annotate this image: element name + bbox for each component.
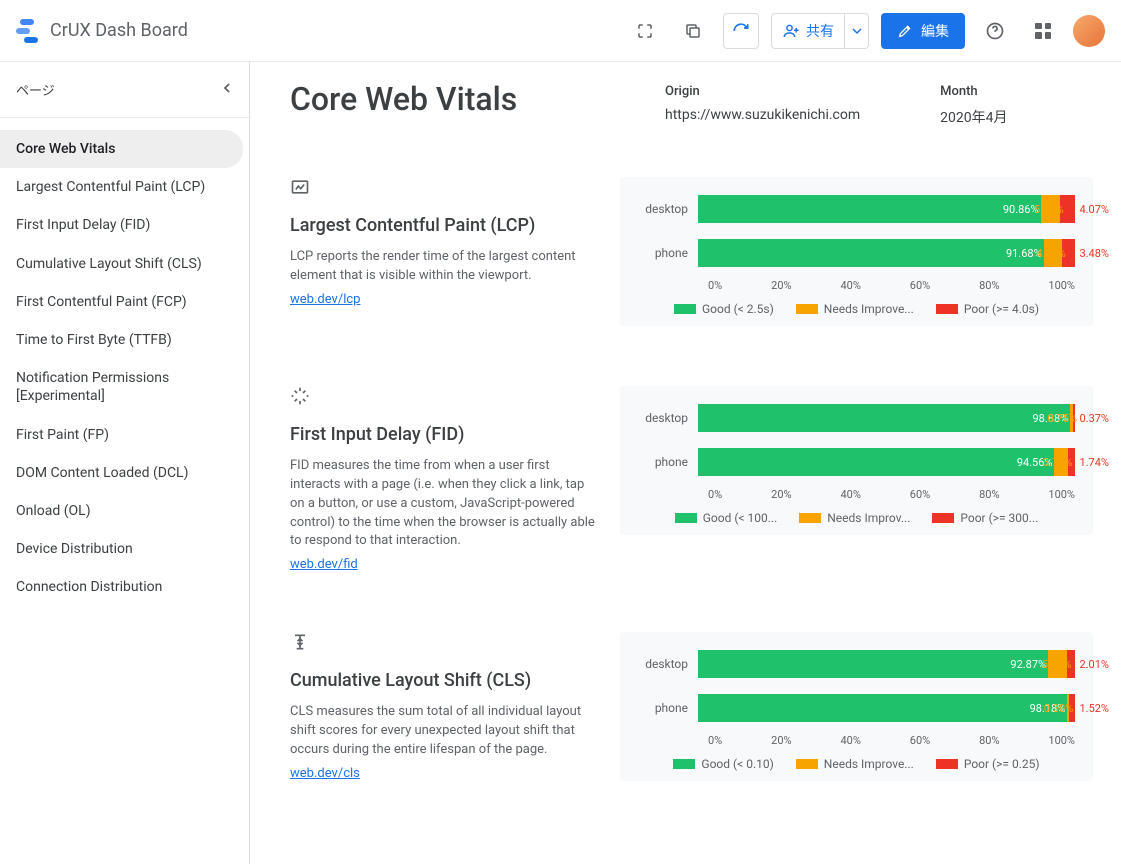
pencil-icon: [897, 23, 913, 39]
sidebar-header[interactable]: ページ: [0, 62, 249, 118]
origin-label: Origin: [665, 84, 860, 99]
metric-row-cls: Cumulative Layout Shift (CLS) CLS measur…: [290, 632, 1093, 781]
chart-axis: 0%20%40%60%80%100%: [708, 279, 1075, 292]
fid-icon: [290, 386, 600, 410]
chevron-down-icon: [852, 26, 862, 36]
chart-bar: 90.86% 5.07% 4.07%: [698, 195, 1075, 223]
sidebar-item-5[interactable]: Time to First Byte (TTFB): [0, 321, 243, 359]
legend-ni: Needs Improve...: [796, 757, 914, 771]
cls-icon: [290, 632, 600, 656]
chart-bar: 98.88% 0.75% 0.37%: [698, 404, 1075, 432]
sidebar-item-11[interactable]: Connection Distribution: [0, 568, 243, 606]
chart-row-cls-desktop: desktop 92.87% 5.12% 2.01%: [638, 646, 1075, 682]
month-value: 2020年4月: [940, 107, 1007, 127]
app-title: CrUX Dash Board: [50, 20, 188, 41]
datastudio-logo-icon: [16, 19, 40, 43]
sidebar-item-4[interactable]: First Contentful Paint (FCP): [0, 283, 243, 321]
chart-row-lcp-phone: phone 91.68% 4.84% 3.48%: [638, 235, 1075, 271]
legend-good: Good (< 2.5s): [674, 302, 774, 316]
chart-panel-fid: desktop 98.88% 0.75% 0.37% phone 94.56% …: [620, 386, 1093, 535]
legend-good: Good (< 0.10): [673, 757, 773, 771]
chart-row-label: desktop: [638, 411, 698, 425]
chart-legend: Good (< 100... Needs Improv... Poor (>= …: [638, 511, 1075, 525]
fullscreen-icon[interactable]: [627, 13, 663, 49]
refresh-button[interactable]: [723, 13, 759, 49]
chart-panel-cls: desktop 92.87% 5.12% 2.01% phone 98.18% …: [620, 632, 1093, 781]
metric-desc: FID measures the time from when a user f…: [290, 457, 600, 551]
chart-row-fid-desktop: desktop 98.88% 0.75% 0.37%: [638, 400, 1075, 436]
edit-label: 編集: [921, 21, 949, 41]
month-label: Month: [940, 84, 1007, 99]
chart-row-cls-phone: phone 98.18% 0.30% 1.52%: [638, 690, 1075, 726]
person-add-icon: [782, 22, 800, 40]
legend-ni: Needs Improv...: [799, 511, 910, 525]
sidebar-item-3[interactable]: Cumulative Layout Shift (CLS): [0, 245, 243, 283]
sidebar-item-10[interactable]: Device Distribution: [0, 530, 243, 568]
chart-legend: Good (< 2.5s) Needs Improve... Poor (>= …: [638, 302, 1075, 316]
main-content: Core Web Vitals Origin https://www.suzuk…: [250, 62, 1121, 864]
sidebar-item-7[interactable]: First Paint (FP): [0, 416, 243, 454]
chart-axis: 0%20%40%60%80%100%: [708, 488, 1075, 501]
origin-value: https://www.suzukikenichi.com: [665, 107, 860, 123]
chart-bar: 91.68% 4.84% 3.48%: [698, 239, 1075, 267]
apps-icon[interactable]: [1025, 13, 1061, 49]
origin-block: Origin https://www.suzukikenichi.com: [665, 84, 860, 127]
metric-info-lcp: Largest Contentful Paint (LCP) LCP repor…: [290, 177, 600, 307]
sidebar-header-label: ページ: [16, 80, 55, 99]
legend-poor: Poor (>= 0.25): [936, 757, 1040, 771]
metric-link-fid[interactable]: web.dev/fid: [290, 557, 358, 572]
metric-row-fid: First Input Delay (FID) FID measures the…: [290, 386, 1093, 572]
chart-legend: Good (< 0.10) Needs Improve... Poor (>= …: [638, 757, 1075, 771]
metric-desc: CLS measures the sum total of all indivi…: [290, 703, 600, 760]
sidebar-item-0[interactable]: Core Web Vitals: [0, 130, 243, 168]
lcp-icon: [290, 177, 600, 201]
metric-title: Largest Contentful Paint (LCP): [290, 215, 600, 236]
page-title: Core Web Vitals: [290, 80, 625, 118]
header-actions: 共有 編集: [627, 13, 1105, 49]
sidebar-nav: Core Web VitalsLargest Contentful Paint …: [0, 118, 249, 606]
chart-row-label: phone: [638, 455, 698, 469]
metric-link-cls[interactable]: web.dev/cls: [290, 766, 360, 781]
chevron-left-icon: [221, 82, 233, 98]
metric-info-fid: First Input Delay (FID) FID measures the…: [290, 386, 600, 572]
metric-row-lcp: Largest Contentful Paint (LCP) LCP repor…: [290, 177, 1093, 326]
share-dropdown-caret[interactable]: [844, 14, 868, 48]
sidebar-item-8[interactable]: DOM Content Loaded (DCL): [0, 454, 243, 492]
sidebar-item-2[interactable]: First Input Delay (FID): [0, 206, 243, 244]
chart-panel-lcp: desktop 90.86% 5.07% 4.07% phone 91.68% …: [620, 177, 1093, 326]
month-block: Month 2020年4月: [940, 84, 1007, 127]
sidebar-item-9[interactable]: Onload (OL): [0, 492, 243, 530]
share-label: 共有: [806, 21, 834, 41]
copy-icon[interactable]: [675, 13, 711, 49]
chart-row-label: desktop: [638, 202, 698, 216]
chart-row-fid-phone: phone 94.56% 3.70% 1.74%: [638, 444, 1075, 480]
metric-title: Cumulative Layout Shift (CLS): [290, 670, 600, 691]
legend-good: Good (< 100...: [675, 511, 778, 525]
sidebar: ページ Core Web VitalsLargest Contentful Pa…: [0, 62, 250, 864]
chart-row-lcp-desktop: desktop 90.86% 5.07% 4.07%: [638, 191, 1075, 227]
app-header: CrUX Dash Board 共有 編集: [0, 0, 1121, 62]
chart-row-label: phone: [638, 701, 698, 715]
chart-axis: 0%20%40%60%80%100%: [708, 734, 1075, 747]
help-icon[interactable]: [977, 13, 1013, 49]
chart-bar: 92.87% 5.12% 2.01%: [698, 650, 1075, 678]
metric-title: First Input Delay (FID): [290, 424, 600, 445]
user-avatar[interactable]: [1073, 15, 1105, 47]
legend-ni: Needs Improve...: [796, 302, 914, 316]
metric-desc: LCP reports the render time of the large…: [290, 248, 600, 286]
sidebar-item-6[interactable]: Notification Permissions [Experimental]: [0, 359, 243, 415]
legend-poor: Poor (>= 300...: [932, 511, 1038, 525]
share-button[interactable]: 共有: [771, 13, 869, 49]
chart-row-label: phone: [638, 246, 698, 260]
metric-link-lcp[interactable]: web.dev/lcp: [290, 292, 360, 307]
metric-info-cls: Cumulative Layout Shift (CLS) CLS measur…: [290, 632, 600, 781]
logo: CrUX Dash Board: [16, 19, 188, 43]
chart-bar: 94.56% 3.70% 1.74%: [698, 448, 1075, 476]
edit-button[interactable]: 編集: [881, 13, 965, 49]
sidebar-item-1[interactable]: Largest Contentful Paint (LCP): [0, 168, 243, 206]
legend-poor: Poor (>= 4.0s): [936, 302, 1039, 316]
chart-bar: 98.18% 0.30% 1.52%: [698, 694, 1075, 722]
chart-row-label: desktop: [638, 657, 698, 671]
